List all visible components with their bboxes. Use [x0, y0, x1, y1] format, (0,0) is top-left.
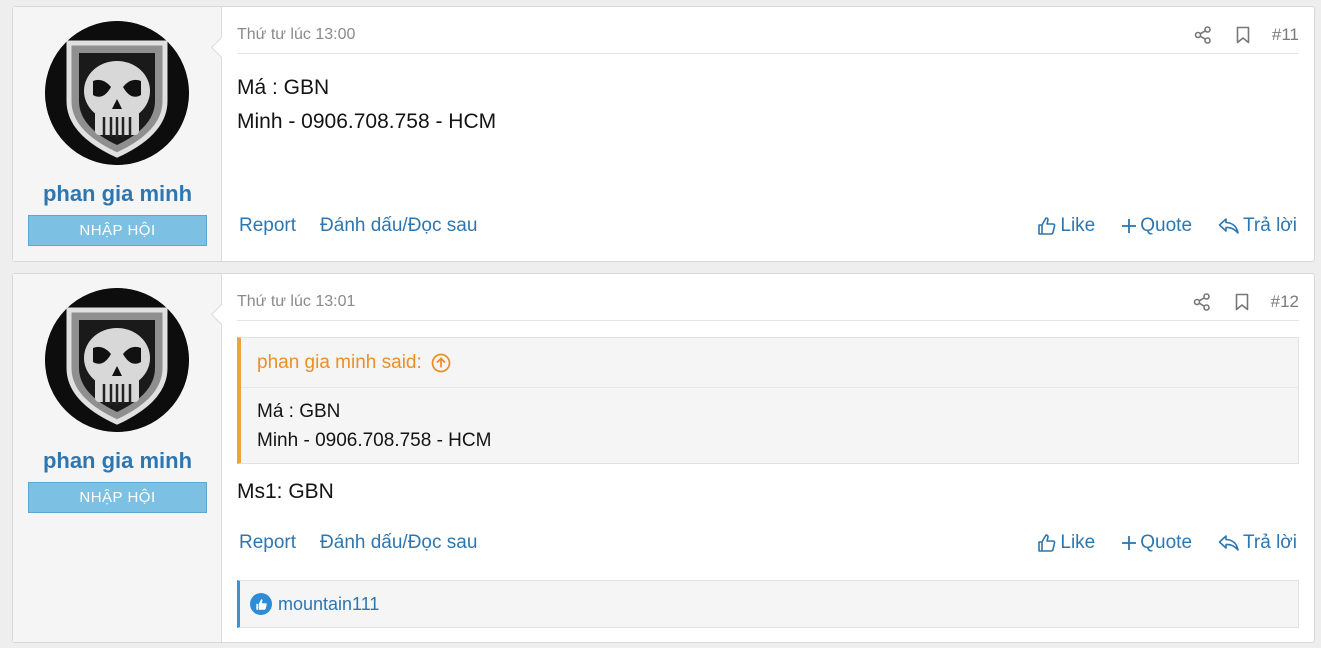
reply-label: Trả lời	[1243, 532, 1297, 553]
like-button[interactable]: Like	[1037, 532, 1095, 554]
quote-line: Minh - 0906.708.758 - HCM	[257, 430, 492, 451]
user-title-badge: NHẬP HỘI	[28, 482, 207, 513]
quote-button[interactable]: Quote	[1121, 532, 1192, 554]
avatar[interactable]	[45, 21, 189, 165]
plus-icon	[1122, 536, 1137, 550]
post-main: Thứ tư lúc 13:01 #12 phan gia minh said:…	[222, 274, 1314, 642]
quote-button[interactable]: Quote	[1121, 215, 1192, 237]
post-actions: Report Đánh dấu/Đọc sau Like Quote Trả l…	[237, 215, 1299, 245]
plus-icon	[1122, 219, 1137, 233]
username[interactable]: phan gia minh	[13, 181, 222, 207]
post-date[interactable]: Thứ tư lúc 13:00	[237, 26, 355, 44]
post-line: Minh - 0906.708.758 - HCM	[237, 110, 497, 133]
quote-author[interactable]: phan gia minh said:	[257, 352, 422, 374]
reaction-user-link[interactable]: mountain111	[278, 594, 379, 615]
quote-block: phan gia minh said: Má : GBN Minh - 0906…	[237, 337, 1299, 464]
thumbs-up-icon	[1038, 534, 1056, 552]
like-label: Like	[1060, 532, 1096, 553]
like-reaction-icon	[250, 593, 272, 615]
quote-label: Quote	[1140, 532, 1193, 553]
user-title-badge: NHẬP HỘI	[28, 215, 207, 246]
share-icon[interactable]	[1192, 24, 1214, 46]
post-date[interactable]: Thứ tư lúc 13:01	[237, 293, 355, 311]
reply-icon	[1218, 535, 1239, 551]
report-link[interactable]: Report	[239, 532, 296, 554]
post-main: Thứ tư lúc 13:00 #11 Má : GBN Minh - 090…	[222, 7, 1314, 261]
quote-header[interactable]: phan gia minh said:	[241, 338, 1298, 388]
post-header: Thứ tư lúc 13:00 #11	[237, 7, 1299, 54]
post-11: phan gia minh NHẬP HỘI Thứ tư lúc 13:00 …	[12, 6, 1315, 262]
post-line: Ms1: GBN	[237, 480, 334, 503]
report-link[interactable]: Report	[239, 215, 296, 237]
user-panel: phan gia minh NHẬP HỘI	[13, 7, 222, 261]
post-header: Thứ tư lúc 13:01 #12	[237, 274, 1299, 321]
avatar[interactable]	[45, 288, 189, 432]
post-actions: Report Đánh dấu/Đọc sau Like Quote Trả l…	[237, 532, 1299, 562]
bookmark-link[interactable]: Đánh dấu/Đọc sau	[320, 215, 477, 237]
arrow-up-circle-icon	[431, 353, 451, 372]
reactions-bar: mountain111	[237, 580, 1299, 628]
thumbs-up-icon	[1038, 217, 1056, 235]
share-icon[interactable]	[1191, 291, 1213, 313]
reply-button[interactable]: Trả lời	[1218, 532, 1297, 554]
punisher-skull-avatar-image	[45, 288, 189, 432]
username[interactable]: phan gia minh	[13, 448, 222, 474]
quote-content: Má : GBN Minh - 0906.708.758 - HCM	[241, 388, 1298, 464]
quote-label: Quote	[1140, 215, 1193, 236]
user-panel: phan gia minh NHẬP HỘI	[13, 274, 222, 642]
reply-icon	[1218, 218, 1239, 234]
reply-button[interactable]: Trả lời	[1218, 215, 1297, 237]
punisher-skull-avatar-image	[45, 21, 189, 165]
post-number[interactable]: #11	[1272, 25, 1299, 45]
post-content: Ms1: GBN	[237, 475, 334, 509]
bookmark-icon[interactable]	[1231, 291, 1253, 313]
post-content: Má : GBN Minh - 0906.708.758 - HCM	[237, 71, 496, 139]
post-line: Má : GBN	[237, 76, 330, 99]
like-label: Like	[1060, 215, 1096, 236]
post-12: phan gia minh NHẬP HỘI Thứ tư lúc 13:01 …	[12, 273, 1315, 643]
bookmark-icon[interactable]	[1232, 24, 1254, 46]
quote-line: Má : GBN	[257, 401, 341, 422]
bookmark-link[interactable]: Đánh dấu/Đọc sau	[320, 532, 477, 554]
like-button[interactable]: Like	[1037, 215, 1095, 237]
post-number[interactable]: #12	[1271, 292, 1299, 312]
reply-label: Trả lời	[1243, 215, 1297, 236]
